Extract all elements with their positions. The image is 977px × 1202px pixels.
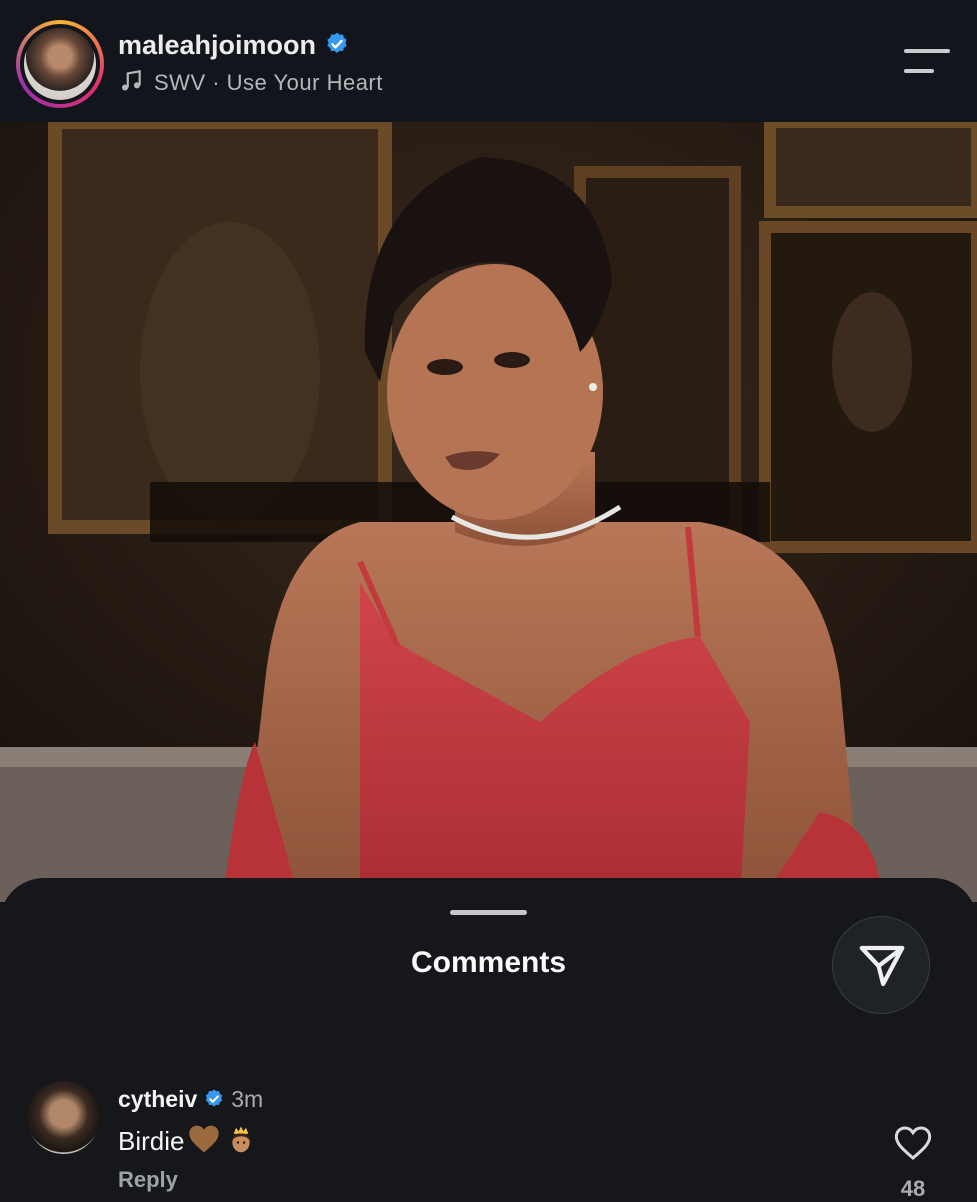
like-count: 48 (900, 1176, 926, 1201)
menu-icon (904, 49, 950, 53)
sheet-grabber[interactable] (450, 910, 527, 915)
comment-body: Birdie (118, 1124, 256, 1157)
sheet-title: Comments (410, 946, 567, 979)
verified-badge-icon (327, 32, 347, 53)
comment-header: cytheiv 3m (118, 1086, 263, 1113)
username-label[interactable]: maleahjoimoon (118, 30, 350, 61)
story-ring-avatar[interactable] (16, 20, 104, 108)
reply-button[interactable]: Reply (118, 1167, 178, 1193)
post-photo[interactable] (0, 122, 977, 902)
post-header: maleahjoimoon SWV · Use Your Heart (0, 0, 977, 122)
photo-illustration (0, 122, 977, 902)
share-button[interactable] (832, 916, 930, 1014)
music-attribution[interactable]: SWV · Use Your Heart (118, 68, 383, 96)
menu-button[interactable] (898, 44, 954, 80)
verified-badge-icon (206, 1089, 223, 1107)
heart-outline-icon[interactable] (893, 1124, 933, 1162)
princess-emoji-icon (232, 1126, 251, 1153)
music-note-icon (122, 69, 141, 91)
avatar (24, 28, 96, 100)
brown-heart-icon (189, 1125, 220, 1153)
send-icon (859, 945, 905, 987)
commenter-avatar[interactable] (27, 1081, 100, 1154)
comment-timestamp: 3m (231, 1086, 264, 1112)
commenter-username[interactable]: cytheiv (118, 1086, 197, 1112)
